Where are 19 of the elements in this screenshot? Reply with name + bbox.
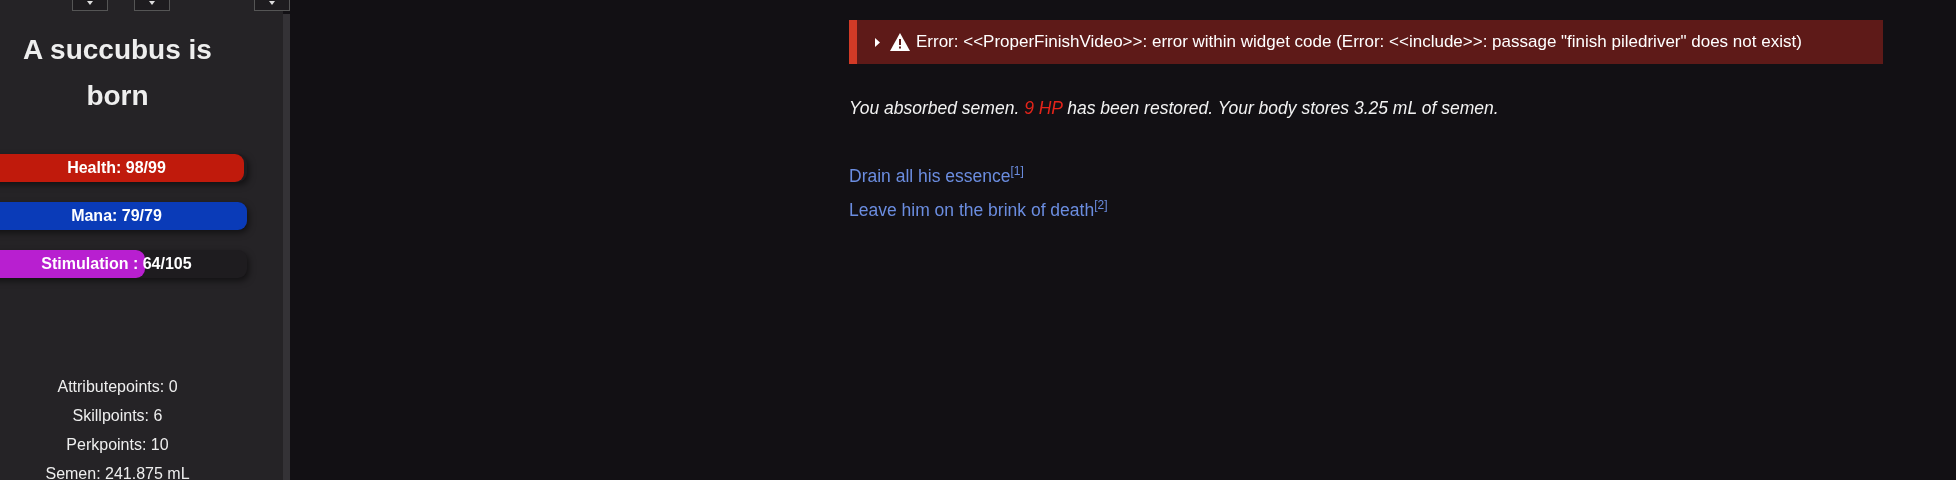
caret-icon — [87, 1, 93, 5]
error-text: Error: <<ProperFinishVideo>>: error within widget code (Error: <<include>>: passage "finish piledriver" does not exist) — [916, 31, 1803, 53]
choice-link[interactable]: Drain all his essence$^{[1]}$ — [849, 166, 1024, 186]
bar-label: Mana: 79/79 — [71, 207, 162, 225]
choice-link[interactable]: Leave him on the brink of death$^{[2]}$ — [849, 200, 1108, 220]
toolbar-button[interactable] — [134, 0, 170, 11]
caret-icon[interactable] — [875, 37, 880, 47]
stat-text: Semen: 241.875 mL — [45, 464, 190, 480]
message-text: You absorbed semen. 9 HP has been restored. Your body stores 3.25 mL of semen. — [849, 98, 1500, 119]
stat-text: Skillpoints: 6 — [72, 406, 163, 426]
toolbar-button[interactable] — [254, 0, 290, 11]
scrollbar[interactable] — [283, 14, 290, 480]
caret-icon — [269, 1, 275, 5]
stat-text: Attributepoints: 0 — [57, 377, 178, 397]
toolbar-button[interactable] — [72, 0, 108, 11]
bar-label: Health: 98/99 — [67, 159, 166, 177]
stat-text: Perkpoints: 10 — [66, 435, 169, 455]
caret-icon — [149, 1, 155, 5]
sidebar-title: A succubus is born — [22, 33, 213, 113]
